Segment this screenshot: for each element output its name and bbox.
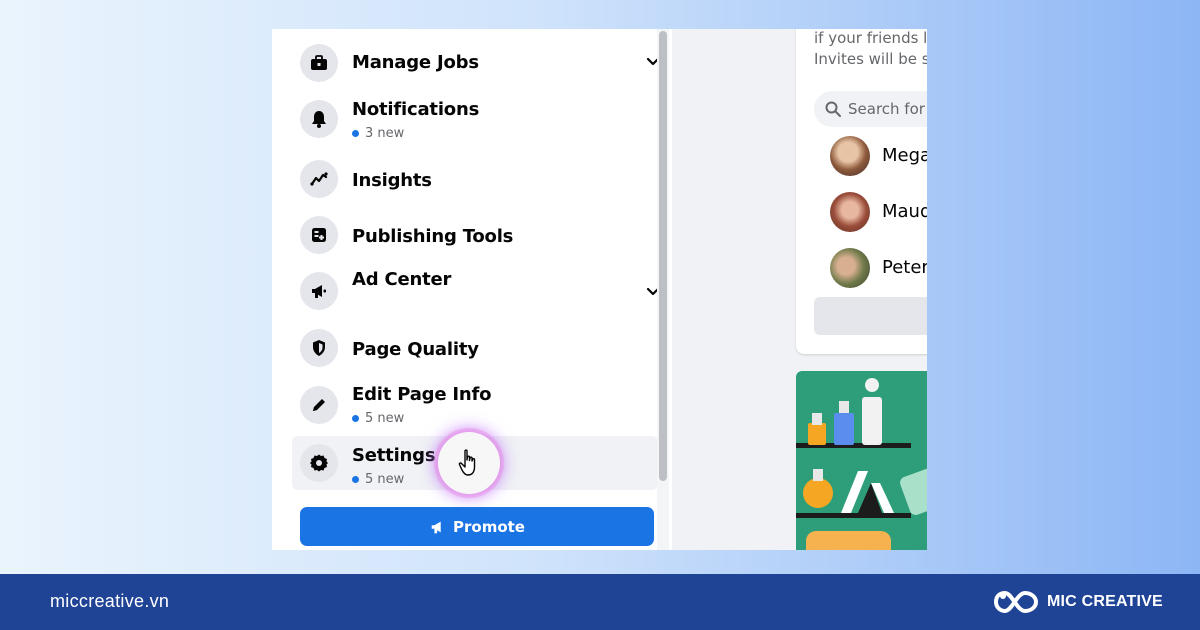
promote-label: Promote (453, 517, 525, 536)
insights-icon (300, 160, 338, 198)
shelf-illustration (796, 378, 927, 550)
briefcase-icon (300, 44, 338, 82)
promote-button[interactable]: Promote (300, 507, 654, 546)
sidebar-item-edit-page-info[interactable]: Edit Page Info 5 new (292, 379, 658, 431)
avatar (830, 136, 870, 176)
notification-dot (352, 130, 359, 137)
screenshot-frame: Manage Jobs Notifications 3 new Insights… (272, 29, 927, 550)
sidebar-item-notifications[interactable]: Notifications 3 new (292, 95, 658, 147)
friend-name: Maud (882, 201, 927, 222)
sidebar-item-label: Insights (352, 170, 432, 191)
invite-text-line-2: Invites will be se (814, 50, 927, 68)
brand-name: MIC CREATIVE (1047, 593, 1163, 610)
search-icon (825, 101, 841, 117)
bell-icon (300, 100, 338, 138)
sidebar-item-label: Notifications (352, 99, 480, 120)
gear-icon (300, 444, 338, 482)
invite-button[interactable] (814, 297, 927, 335)
notification-dot (352, 476, 359, 483)
invite-friends-card: if your friends lik Invites will be se S… (796, 29, 927, 354)
friend-search-input[interactable]: Search for f (814, 91, 927, 127)
new-count-text: 5 new (365, 472, 405, 487)
scrollbar-thumb[interactable] (659, 31, 667, 481)
friend-name: Mega (882, 145, 927, 166)
sidebar-item-manage-jobs[interactable]: Manage Jobs (292, 37, 660, 89)
notification-dot (352, 415, 359, 422)
avatar (830, 248, 870, 288)
footer-bar: miccreative.vn MIC CREATIVE (0, 574, 1200, 630)
megaphone-icon (300, 272, 338, 310)
avatar (830, 192, 870, 232)
sidebar-item-label: Page Quality (352, 339, 479, 360)
new-count: 5 new (352, 411, 404, 426)
publishing-tools-icon (300, 216, 338, 254)
new-count: 5 new (352, 472, 404, 487)
hand-pointer-icon (458, 449, 476, 476)
click-highlight (438, 432, 500, 494)
friend-row[interactable]: Maud (830, 192, 927, 232)
sidebar-item-label: Settings (352, 445, 436, 466)
sidebar-item-publishing-tools[interactable]: Publishing Tools (292, 209, 658, 261)
friend-row[interactable]: Mega (830, 136, 927, 176)
sidebar-item-ad-center[interactable]: Ad Center (292, 265, 660, 317)
infinity-logo-icon (993, 590, 1039, 614)
new-count-text: 3 new (365, 126, 405, 141)
brand-logo: MIC CREATIVE (993, 588, 1163, 616)
sidebar-item-label: Manage Jobs (352, 52, 479, 73)
shield-icon (300, 329, 338, 367)
sidebar-item-label: Publishing Tools (352, 226, 514, 247)
new-count: 3 new (352, 126, 404, 141)
footer-url[interactable]: miccreative.vn (50, 591, 169, 612)
invite-text-line-1: if your friends lik (814, 29, 927, 47)
sidebar-item-label: Ad Center (352, 269, 452, 290)
megaphone-icon (431, 521, 441, 533)
friend-row[interactable]: Peter (830, 248, 927, 288)
search-placeholder: Search for f (848, 100, 927, 118)
sidebar-item-page-quality[interactable]: Page Quality (292, 322, 658, 374)
sidebar-item-label: Edit Page Info (352, 384, 492, 405)
promo-illustration (796, 371, 927, 550)
page-manager-sidebar: Manage Jobs Notifications 3 new Insights… (272, 29, 672, 550)
pencil-icon (300, 386, 338, 424)
new-count-text: 5 new (365, 411, 405, 426)
sidebar-item-insights[interactable]: Insights (292, 153, 658, 205)
friend-name: Peter (882, 257, 927, 278)
